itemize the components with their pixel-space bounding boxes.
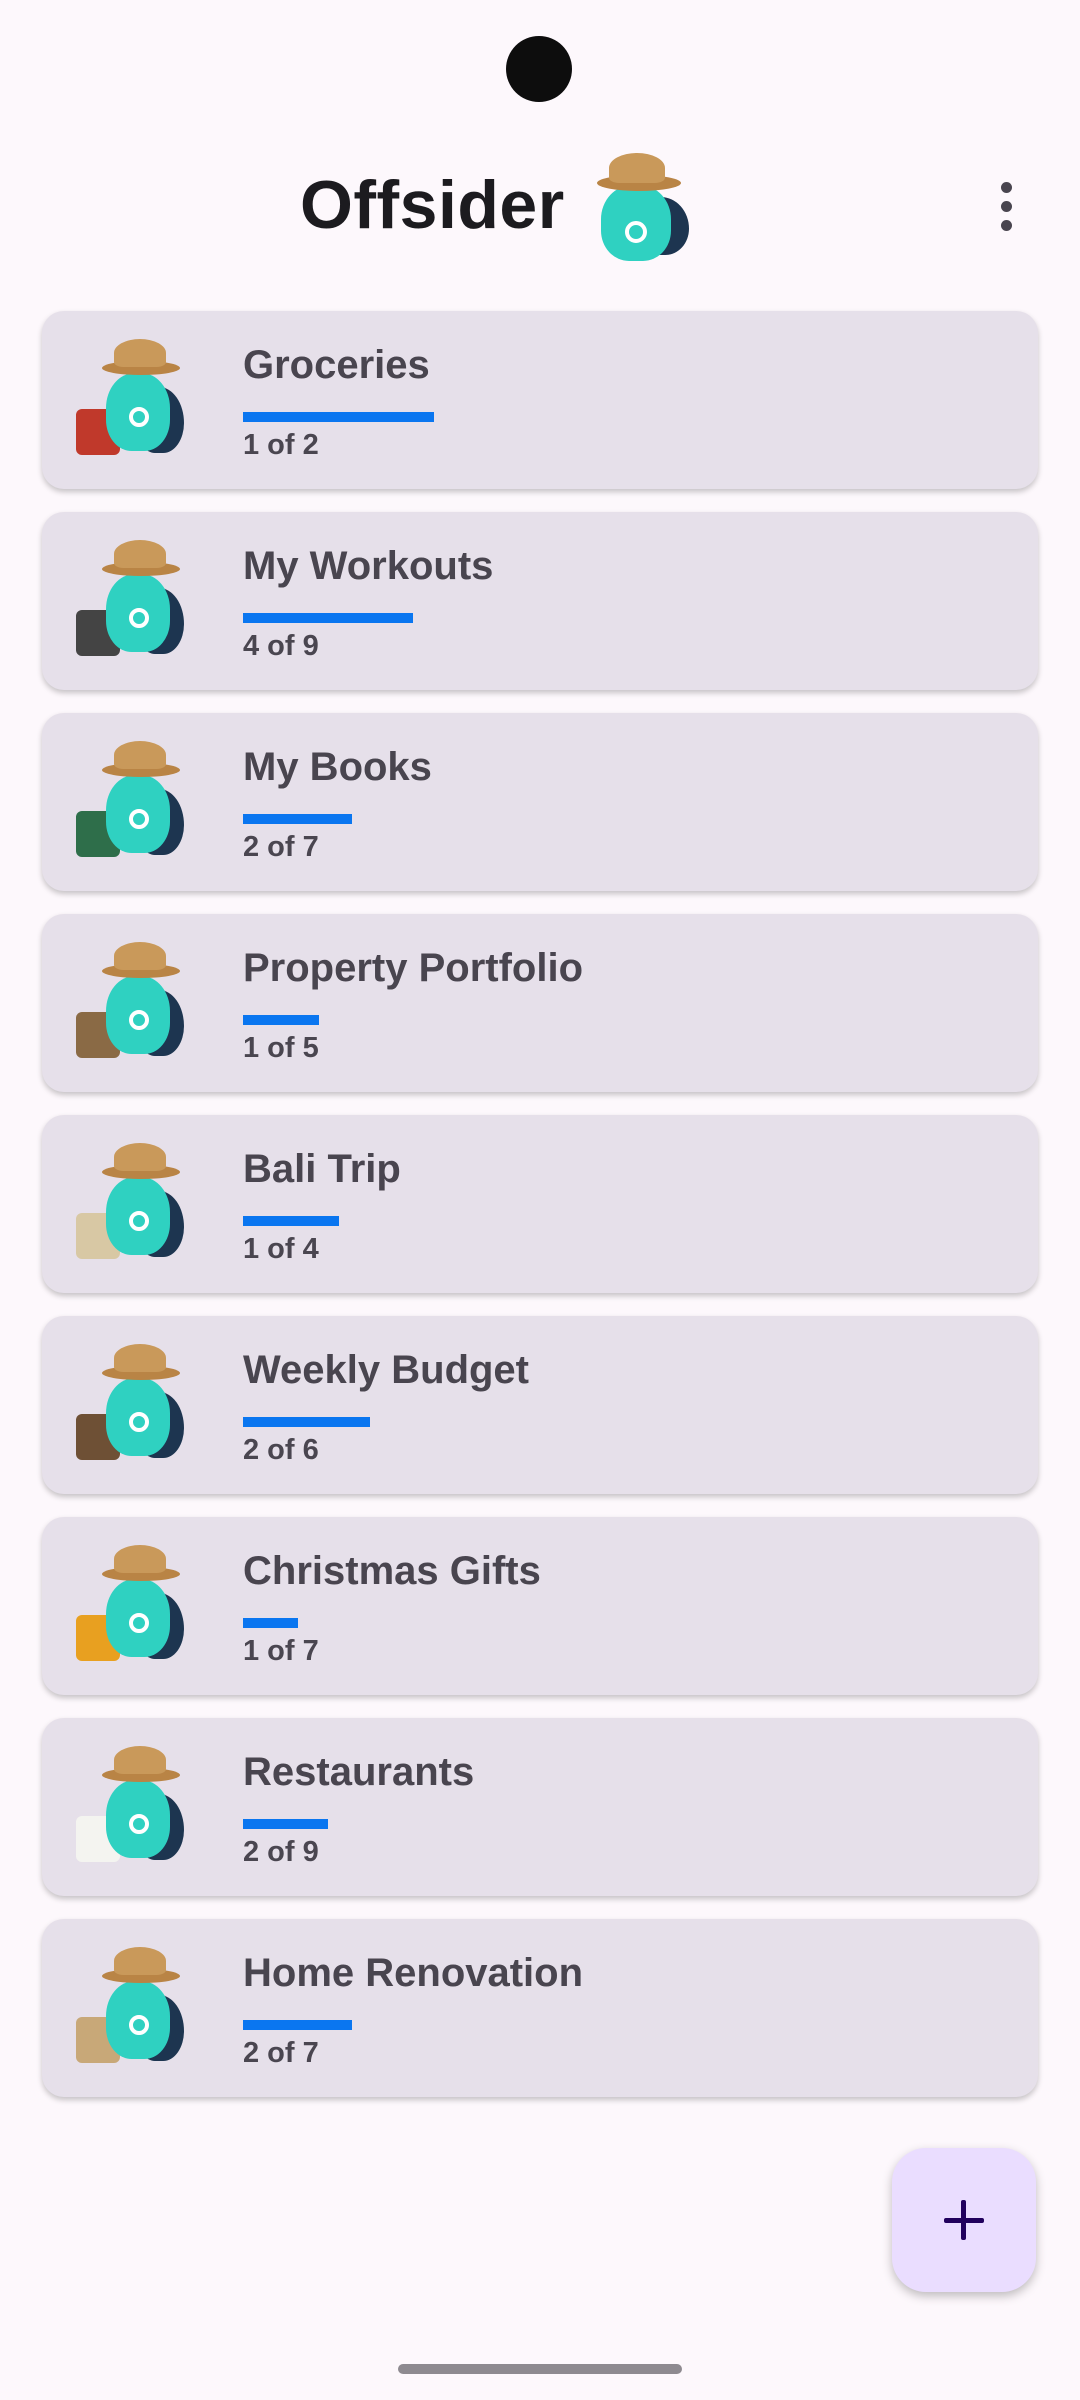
- mascot-gifts-icon: [72, 1537, 212, 1675]
- list-name: Weekly Budget: [243, 1348, 529, 1392]
- mascot-painting-house-icon: [72, 1939, 212, 2077]
- mascot-reading-book-icon: [72, 733, 212, 871]
- list-card[interactable]: Weekly Budget 2 of 6: [42, 1316, 1038, 1494]
- list-name: Home Renovation: [243, 1951, 584, 1995]
- app-screen: Offsider Groceries 1 of 2 My Workouts 4 of …: [0, 0, 1080, 2400]
- list-name: Restaurants: [243, 1750, 475, 1794]
- list-name: My Workouts: [243, 544, 494, 588]
- list-count: 1 of 2: [243, 429, 319, 461]
- more-vert-icon[interactable]: [978, 174, 1034, 238]
- list-name: Bali Trip: [243, 1147, 401, 1191]
- progress-fill: [243, 412, 434, 422]
- progress-fill: [243, 1015, 319, 1025]
- list-card[interactable]: My Books 2 of 7: [42, 713, 1038, 891]
- list-count: 2 of 7: [243, 2037, 319, 2069]
- offsider-mascot-icon: [587, 145, 697, 265]
- progress-fill: [243, 1216, 339, 1226]
- progress-fill: [243, 1417, 370, 1427]
- mascot-dining-table-icon: [72, 1738, 212, 1876]
- progress-bar: [243, 613, 625, 623]
- progress-bar: [243, 814, 625, 824]
- list-count: 2 of 9: [243, 1836, 319, 1868]
- home-indicator[interactable]: [398, 2364, 682, 2374]
- progress-fill: [243, 814, 352, 824]
- list-name: My Books: [243, 745, 432, 789]
- mascot-shopping-cart-icon: [72, 331, 212, 469]
- mascot-barbell-icon: [72, 532, 212, 670]
- list-name: Groceries: [243, 343, 430, 387]
- list-card[interactable]: Christmas Gifts 1 of 7: [42, 1517, 1038, 1695]
- title-group: Offsider: [300, 140, 697, 270]
- list-count: 1 of 7: [243, 1635, 319, 1667]
- list-count: 1 of 5: [243, 1032, 319, 1064]
- list-card[interactable]: Groceries 1 of 2: [42, 311, 1038, 489]
- mascot-suitcase-icon: [72, 1135, 212, 1273]
- mascot-houses-icon: [72, 934, 212, 1072]
- list-name: Christmas Gifts: [243, 1549, 541, 1593]
- progress-bar: [243, 1618, 625, 1628]
- list-card[interactable]: Property Portfolio 1 of 5: [42, 914, 1038, 1092]
- list-count: 4 of 9: [243, 630, 319, 662]
- progress-bar: [243, 1819, 625, 1829]
- mascot-money-table-icon: [72, 1336, 212, 1474]
- progress-bar: [243, 2020, 625, 2030]
- progress-bar: [243, 412, 625, 422]
- progress-bar: [243, 1015, 625, 1025]
- progress-bar: [243, 1417, 625, 1427]
- list-card[interactable]: Home Renovation 2 of 7: [42, 1919, 1038, 2097]
- progress-fill: [243, 613, 413, 623]
- camera-cutout: [506, 36, 572, 102]
- progress-fill: [243, 1819, 328, 1829]
- add-list-button[interactable]: [892, 2148, 1036, 2292]
- list-card[interactable]: Restaurants 2 of 9: [42, 1718, 1038, 1896]
- list-name: Property Portfolio: [243, 946, 584, 990]
- list-count: 1 of 4: [243, 1233, 319, 1265]
- progress-fill: [243, 1618, 298, 1628]
- list-card[interactable]: Bali Trip 1 of 4: [42, 1115, 1038, 1293]
- list-card[interactable]: My Workouts 4 of 9: [42, 512, 1038, 690]
- progress-fill: [243, 2020, 352, 2030]
- list-count: 2 of 7: [243, 831, 319, 863]
- progress-bar: [243, 1216, 625, 1226]
- app-title: Offsider: [300, 167, 565, 243]
- list-count: 2 of 6: [243, 1434, 319, 1466]
- app-bar: Offsider: [0, 140, 1080, 270]
